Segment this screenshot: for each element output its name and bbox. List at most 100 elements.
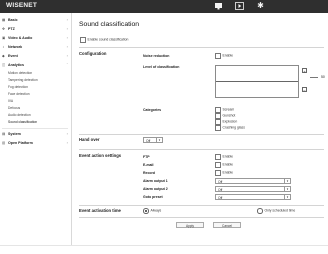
goto-preset-select[interactable]: Off ▾	[215, 194, 291, 200]
record-option[interactable]: Enable	[215, 170, 233, 176]
category-gunshot[interactable]: Gunshot	[215, 113, 235, 119]
chevron-down-icon: ▾	[284, 179, 290, 183]
top-bar: WISENET ✱	[0, 0, 328, 13]
chevron-right-icon: ›	[66, 53, 68, 58]
chevron-right-icon: ›	[66, 44, 68, 49]
sidebar-subitem-motion-detection[interactable]: Motion detection	[8, 70, 68, 77]
wisenet-logo: WISENET	[6, 2, 38, 9]
categories-label: Categories	[143, 108, 162, 112]
always-radio[interactable]	[143, 208, 149, 214]
chevron-right-icon: ›	[66, 17, 68, 22]
gear-icon[interactable]: ✱	[256, 2, 265, 10]
main-content: Sound classification Enable sound classi…	[72, 13, 328, 245]
chevron-right-icon: ›	[66, 35, 68, 40]
noise-reduction-enable-label: Enable	[222, 53, 234, 58]
apply-button[interactable]: Apply	[176, 222, 204, 228]
sidebar-item-label: Video & Audio	[8, 36, 33, 40]
chevron-down-icon: ▾	[284, 195, 290, 199]
activation-section-label: Event activation time	[79, 208, 121, 213]
ftp-option[interactable]: Enable	[215, 154, 233, 160]
enable-label: Enable sound classification	[87, 37, 129, 42]
sidebar-item-label: PTZ	[8, 27, 15, 31]
email-checkbox[interactable]	[215, 162, 221, 168]
email-label: E-mail	[143, 163, 154, 167]
alarm-output-2-label: Alarm output 2	[143, 187, 168, 191]
category-label: Scream	[222, 107, 235, 112]
chevron-right-icon: ›	[66, 140, 68, 145]
crashing-glass-checkbox[interactable]	[215, 125, 221, 131]
cancel-button[interactable]: Cancel	[213, 222, 241, 228]
level-decrease-button[interactable]: −	[302, 87, 307, 93]
goto-preset-value: Off	[218, 196, 223, 200]
section-divider	[79, 205, 324, 206]
section-divider	[79, 47, 324, 48]
sidebar-item-network[interactable]: ♁ Network ›	[2, 43, 68, 51]
sidebar-item-open-platform[interactable]: ▥ Open Platform ›	[2, 139, 68, 147]
chevron-down-icon: ˇ	[66, 62, 68, 67]
sidebar-item-system[interactable]: ▤ System ›	[2, 130, 68, 138]
gunshot-checkbox[interactable]	[215, 113, 221, 119]
enable-checkbox[interactable]	[80, 37, 86, 43]
noise-reduction-option[interactable]: Enable	[215, 53, 233, 59]
alarm-output-1-value: Off	[218, 180, 223, 184]
sidebar-item-label: System	[8, 132, 21, 136]
page-title: Sound classification	[79, 21, 140, 28]
sidebar-item-ptz[interactable]: ✥ PTZ ›	[2, 25, 68, 33]
chevron-down-icon: ▾	[156, 138, 162, 142]
activation-always-option[interactable]: Always	[143, 208, 161, 214]
section-divider	[79, 217, 324, 218]
category-crashing-glass[interactable]: Crashing glass	[215, 125, 245, 131]
goto-preset-label: Goto preset	[143, 195, 163, 199]
alarm-output-2-value: Off	[218, 188, 223, 192]
enable-sound-classification[interactable]: Enable sound classification	[80, 37, 128, 43]
hand-over-value: Off	[146, 139, 151, 143]
level-increase-button[interactable]: +	[302, 68, 307, 74]
alarm-output-1-label: Alarm output 1	[143, 179, 168, 183]
alarm-output-1-select[interactable]: Off ▾	[215, 178, 291, 184]
ftp-label: FTP	[143, 155, 150, 159]
configuration-section-label: Configuration	[79, 51, 107, 56]
email-enable-label: Enable	[222, 162, 234, 167]
scheduled-radio[interactable]	[257, 208, 263, 214]
scream-checkbox[interactable]	[215, 107, 221, 113]
category-label: Gunshot	[222, 113, 236, 118]
noise-reduction-label: Noise reduction	[143, 54, 170, 58]
sidebar-divider	[2, 128, 68, 129]
sidebar-item-label: Open Platform	[8, 141, 33, 145]
email-option[interactable]: Enable	[215, 162, 233, 168]
record-checkbox[interactable]	[215, 170, 221, 176]
sidebar-subitem-audio-detection[interactable]: Audio detection	[8, 112, 68, 119]
sidebar-item-label: Network	[8, 45, 23, 49]
activation-scheduled-option[interactable]: Only scheduled time	[257, 208, 295, 214]
sidebar-subitem-face-detection[interactable]: Face detection	[8, 91, 68, 98]
level-of-classification-label: Level of classification	[143, 65, 180, 69]
hand-over-select[interactable]: Off ▾	[143, 137, 163, 143]
category-scream[interactable]: Scream	[215, 107, 234, 113]
sidebar-item-analytics[interactable]: ◫ Analytics ˇ	[2, 61, 68, 69]
record-enable-label: Enable	[222, 170, 234, 175]
sidebar-subitem-defocus[interactable]: Defocus	[8, 105, 68, 112]
sidebar-subitem-iva[interactable]: IVA	[8, 98, 68, 105]
level-indicator-line	[310, 77, 318, 78]
scheduled-label: Only scheduled time	[264, 208, 296, 213]
explosion-checkbox[interactable]	[215, 119, 221, 125]
chevron-right-icon: ›	[66, 26, 68, 31]
section-divider	[79, 149, 324, 150]
level-graph	[215, 65, 299, 98]
sidebar-item-video-audio[interactable]: ▣ Video & Audio ›	[2, 34, 68, 42]
event-action-section-label: Event action settings	[79, 153, 122, 158]
sidebar-subitem-tampering-detection[interactable]: Tampering detection	[8, 77, 68, 84]
sidebar-item-basic[interactable]: ▦ Basic ›	[2, 16, 68, 24]
ftp-checkbox[interactable]	[215, 154, 221, 160]
noise-reduction-checkbox[interactable]	[215, 53, 221, 59]
play-icon[interactable]	[235, 2, 244, 10]
ftp-enable-label: Enable	[222, 154, 234, 159]
sidebar-subitem-fog-detection[interactable]: Fog detection	[8, 84, 68, 91]
hand-over-label: Hand over	[79, 137, 100, 142]
section-divider	[79, 134, 324, 135]
category-explosion[interactable]: Explosion	[215, 119, 237, 125]
sidebar-item-event[interactable]: ◆ Event ›	[2, 52, 68, 60]
sidebar-subitem-sound-classification[interactable]: Sound classification	[8, 119, 68, 126]
monitor-icon[interactable]	[214, 2, 223, 10]
alarm-output-2-select[interactable]: Off ▾	[215, 186, 291, 192]
